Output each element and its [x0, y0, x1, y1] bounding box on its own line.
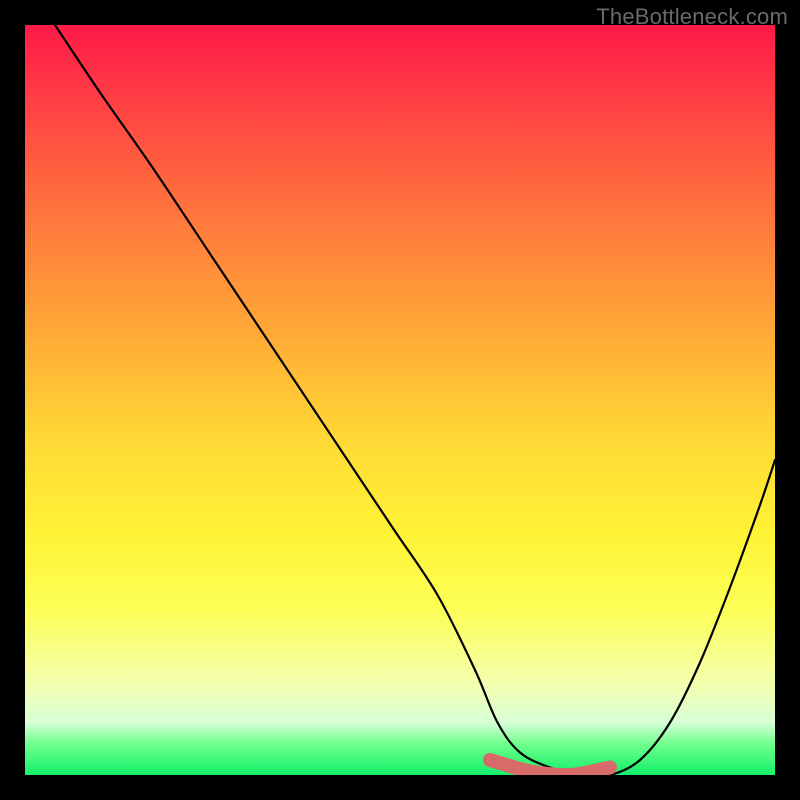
bottleneck-curve — [25, 25, 775, 775]
chart-frame: TheBottleneck.com — [0, 0, 800, 800]
marker-region — [25, 25, 775, 775]
plot-area — [25, 25, 775, 775]
